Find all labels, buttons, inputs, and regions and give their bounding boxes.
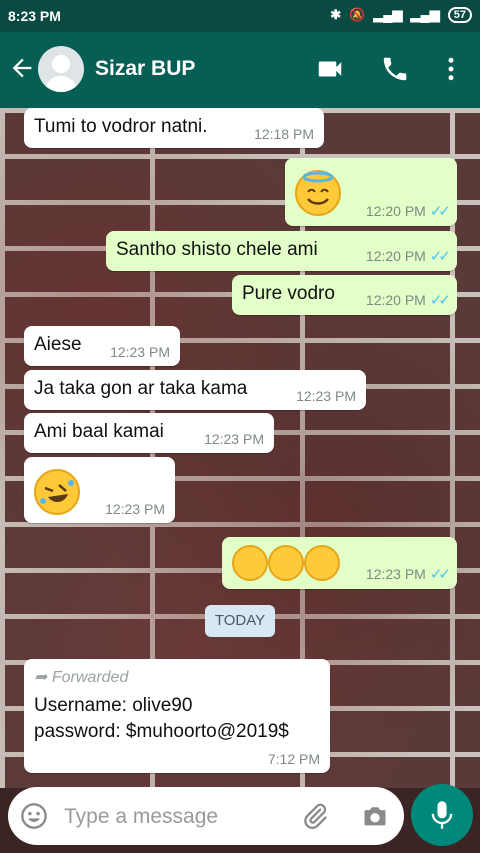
bluetooth-icon: ✱ [330,7,342,22]
message-time: 12:23 PM [110,344,170,360]
message-outgoing[interactable]: Pure vodro 12:20 PM ✓✓ [232,275,457,315]
message-incoming[interactable]: 12:23 PM [24,457,175,523]
rolling-laughing-emoji-icon [304,545,340,581]
message-outgoing[interactable]: Santho shisto chele ami 12:20 PM ✓✓ [106,231,457,271]
more-options-icon[interactable] [436,54,466,84]
read-ticks-icon: ✓✓ [429,248,451,265]
message-time: 12:20 PM ✓✓ [365,203,451,220]
message-text-line2: password: $muhoorto@2019$ [34,721,289,742]
day-divider: TODAY [205,605,275,637]
message-text: Aiese [34,334,82,355]
message-time: 12:23 PM [296,388,356,404]
emoji-icon[interactable] [20,802,48,830]
message-incoming[interactable]: Aiese 12:23 PM [24,326,180,366]
message-outgoing[interactable]: 12:20 PM ✓✓ [285,158,457,226]
status-time: 8:23 PM [8,8,61,24]
message-input[interactable]: Type a message [64,805,218,829]
message-text: Santho shisto chele ami [116,239,318,260]
read-ticks-icon: ✓✓ [429,203,451,220]
message-text: Tumi to vodror natni. [34,116,208,137]
halo-smile-emoji-icon [295,170,341,216]
read-ticks-icon: ✓✓ [429,292,451,309]
back-arrow-icon[interactable] [8,54,36,82]
message-incoming[interactable]: Tumi to vodror natni. 12:18 PM [24,108,324,148]
message-text: Ami baal kamai [34,421,164,442]
message-text: Ja taka gon ar taka kama [34,378,248,399]
contact-name[interactable]: Sizar BUP [95,57,195,81]
message-time: 12:23 PM [204,431,264,447]
forward-icon: ➦ [34,669,52,686]
video-call-icon[interactable] [315,54,345,84]
attachment-icon[interactable] [301,801,329,831]
rolling-laughing-emoji-icon [268,545,304,581]
message-forwarded[interactable]: ➦ Forwarded Username: olive90 password: … [24,659,330,773]
message-time: 12:20 PM ✓✓ [365,292,451,309]
message-input-bar: Type a message [8,787,404,845]
message-time: 7:12 PM [267,751,320,767]
avatar[interactable] [38,46,84,92]
message-text-line1: Username: olive90 [34,695,193,716]
rolling-laughing-emoji-icon [232,545,268,581]
forwarded-label: ➦ Forwarded [34,669,129,686]
battery-icon: 57 [447,7,472,23]
message-outgoing[interactable]: 12:23 PM ✓✓ [222,537,457,589]
message-incoming[interactable]: Ja taka gon ar taka kama 12:23 PM [24,370,366,410]
message-incoming[interactable]: Ami baal kamai 12:23 PM [24,413,274,453]
signal-icon: ▂▄▆ [373,7,403,22]
message-text: Pure vodro [242,283,335,304]
message-time: 12:18 PM [254,126,314,142]
message-time: 12:23 PM [105,501,165,517]
message-time: 12:20 PM ✓✓ [365,248,451,265]
phone-icon[interactable] [380,54,410,84]
mic-button[interactable] [411,784,473,846]
status-bar: 8:23 PM ✱ 🔕 ▂▄▆ ▂▄▆ 57 [0,0,480,32]
message-time: 12:23 PM ✓✓ [365,566,451,583]
rolling-laughing-emoji-icon [34,469,80,515]
chat-header: Sizar BUP [0,32,480,108]
avatar-icon [44,55,78,92]
camera-icon[interactable] [360,802,390,830]
signal-icon-2: ▂▄▆ [410,7,440,22]
mic-icon [431,801,453,829]
read-ticks-icon: ✓✓ [429,566,451,583]
status-icons: ✱ 🔕 ▂▄▆ ▂▄▆ 57 [330,7,472,23]
mute-icon: 🔕 [349,7,366,22]
